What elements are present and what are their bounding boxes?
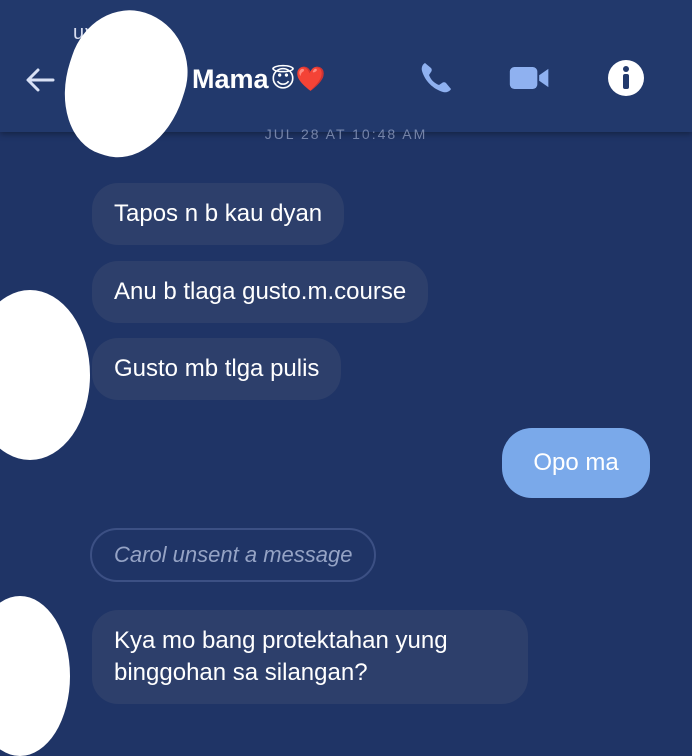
redaction-mark	[0, 596, 70, 756]
back-arrow-icon	[26, 68, 55, 92]
info-icon	[608, 60, 644, 96]
avatar-redaction	[46, 0, 204, 173]
call-button[interactable]	[414, 56, 458, 100]
contact-name[interactable]: Mama 😇❤️	[192, 64, 325, 95]
video-camera-icon	[509, 67, 549, 89]
message-bubble-received[interactable]: Anu b tlaga gusto.m.course	[92, 261, 429, 323]
message-bubble-sent[interactable]: Opo ma	[502, 428, 650, 498]
thread-timestamp: JUL 28 AT 10:48 AM	[264, 126, 428, 142]
contact-name-text: Mama	[192, 64, 269, 94]
unsent-message-notice: Carol unsent a message	[90, 528, 377, 582]
back-button[interactable]	[20, 60, 60, 100]
message-bubble-received[interactable]: Gusto mb tlga pulis	[92, 338, 342, 400]
info-button[interactable]	[604, 56, 648, 100]
redaction-mark	[0, 290, 90, 460]
contact-name-emojis: 😇❤️	[270, 65, 326, 93]
message-bubble-received[interactable]: Kya mo bang protektahan yung binggohan s…	[92, 610, 528, 704]
conversation-header: uv Mama 😇❤️	[0, 0, 692, 173]
message-bubble-received[interactable]: Tapos n b kau dyan	[92, 183, 345, 245]
phone-icon	[421, 63, 451, 93]
video-call-button[interactable]	[508, 56, 552, 100]
